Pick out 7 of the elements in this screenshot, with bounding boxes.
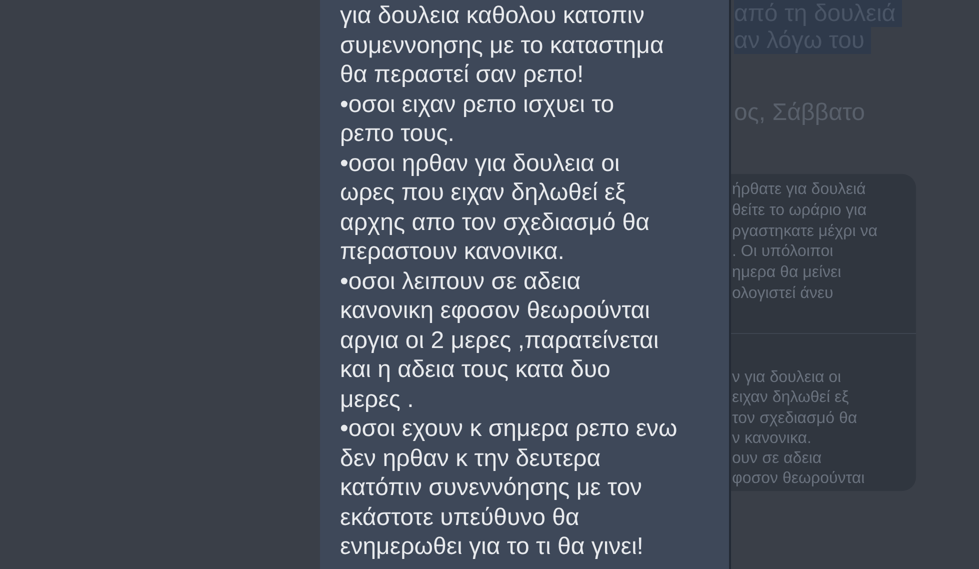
message-text: ήρθατε για δουλειά θείτε το ωράριο για ργαστηκατε μέχρι να . Οι υπόλοιποι ημερα θα μείνει ολογιστεί άνευ — [731, 180, 878, 304]
message-paragraph: •οσοι εχουν κ σημερα ρεπο ενω δεν ηρθαν κ την δευτερα κατόπιν συνεννόησης με τον εκάστοτε υπεύθυνο θα ενημερωθει για το τι θα γινει! — [340, 414, 678, 562]
message-paragraph: •οσοι ηρθαν για δουλεια οι ωρες που ειχαν δηλωθεί εξ αρχης απο τον σχεδιασμό θα περαστουν κανονικα. — [340, 148, 650, 266]
message-paragraph: •οσοι λειπουν σε αδεια κανονικη εφοσον θεωρούνται αργια οι 2 μερες ,παρατείνεται και η αδεια τους κατα δυο μερες . — [340, 266, 659, 414]
message-paragraph: για δουλεια καθολου κατοπιν συμεννοησης με το καταστημα θα περαστεί σαν ρεπο! — [340, 1, 664, 90]
message-text: ν για δουλεια οι ειχαν δηλωθεί εξ τον σχεδιασμό θα ν κανονικα. ουν σε αδεια φοσον θεωρούνται — [731, 368, 866, 490]
message-paragraph: •οσοι ειχαν ρεπο ισχυει το ρεπο τους. — [340, 90, 614, 148]
